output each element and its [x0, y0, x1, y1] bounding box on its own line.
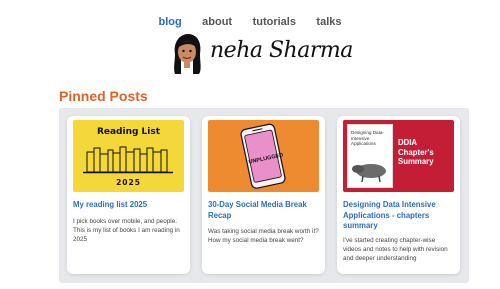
- post-thumbnail[interactable]: Reading List 2025: [73, 120, 184, 192]
- thumbnail-overlay-text: DDIA Chapter's Summary: [398, 138, 434, 167]
- boar-illustration: [352, 164, 386, 183]
- top-nav: blog about tutorials talks: [0, 12, 500, 30]
- nav-blog[interactable]: blog: [158, 16, 181, 28]
- section-title: Pinned Posts: [59, 88, 148, 104]
- post-description: Was taking social media break worth it? …: [208, 228, 319, 245]
- post-description: I pick books over mobile, and people. Th…: [73, 218, 180, 244]
- post-card-ddia[interactable]: Designing Data-Intensive Applications DD…: [337, 116, 460, 274]
- thumbnail-year: 2025: [116, 178, 141, 187]
- post-thumbnail[interactable]: UNPLUGGED: [208, 120, 319, 192]
- post-description: I've started creating chapter-wise video…: [343, 237, 448, 263]
- nav-talks[interactable]: talks: [316, 16, 341, 28]
- avatar: [174, 34, 201, 74]
- nav-about[interactable]: about: [202, 16, 232, 28]
- book-cover: Designing Data-Intensive Applications: [347, 124, 393, 188]
- post-title[interactable]: 30-Day Social Media Break Recap: [208, 200, 319, 221]
- post-card-reading-list[interactable]: Reading List 2025 My reading list 2025 I…: [67, 116, 190, 274]
- books-illustration: [83, 146, 173, 174]
- thumbnail-heading: Reading List: [96, 127, 161, 137]
- site-logo[interactable]: neha Sharma: [170, 30, 360, 78]
- logo-signature: neha Sharma: [210, 38, 353, 63]
- post-card-social-media-break[interactable]: UNPLUGGED 30-Day Social Media Break Reca…: [202, 116, 325, 274]
- post-title[interactable]: My reading list 2025: [73, 200, 184, 211]
- pinned-posts-panel: Reading List 2025 My reading list 2025 I…: [59, 108, 469, 283]
- post-title[interactable]: Designing Data Intensive Applications - …: [343, 200, 454, 232]
- nav-tutorials[interactable]: tutorials: [253, 16, 296, 28]
- book-title: Designing Data-Intensive Applications: [351, 130, 384, 146]
- post-thumbnail[interactable]: Designing Data-Intensive Applications DD…: [343, 120, 454, 192]
